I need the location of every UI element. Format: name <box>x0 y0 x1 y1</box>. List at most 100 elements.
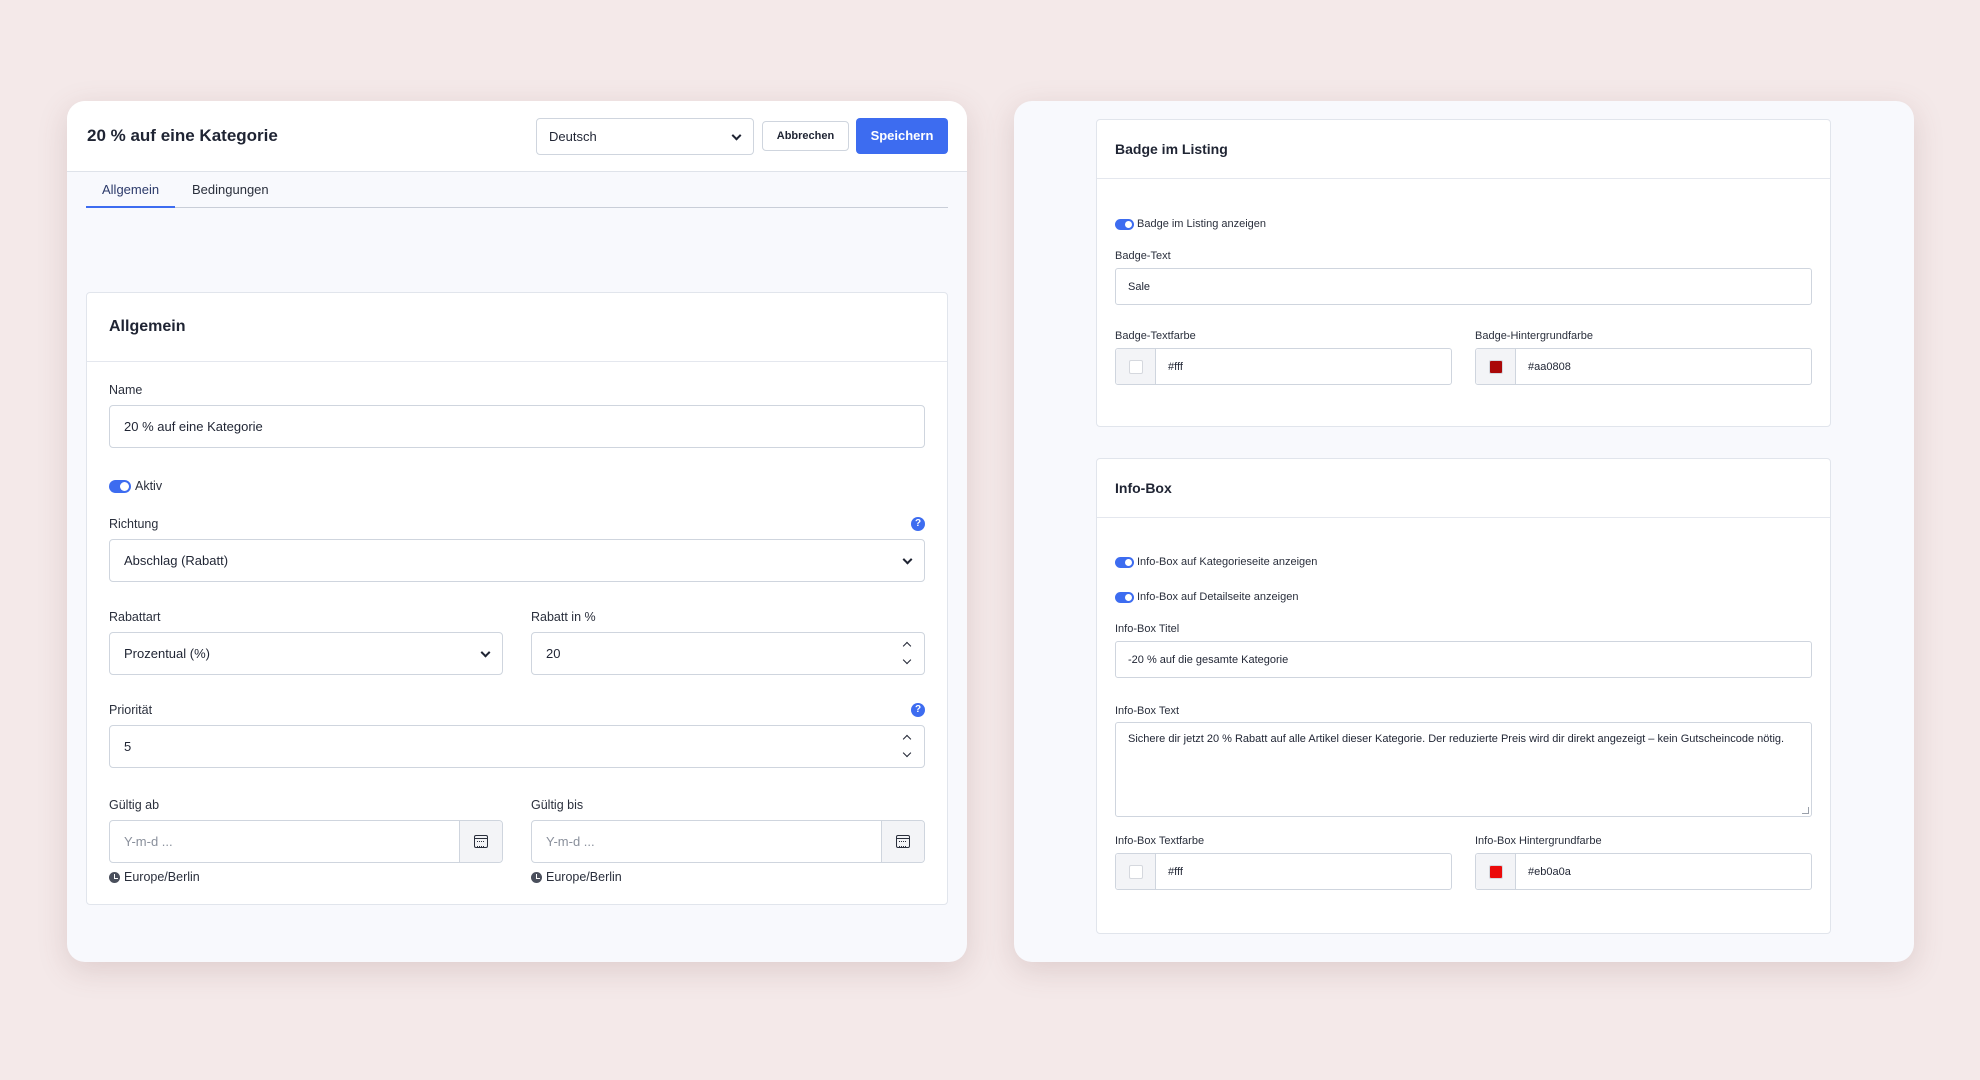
rabattart-label: Rabattart <box>109 610 161 624</box>
name-label: Name <box>109 383 143 397</box>
rabattart-select[interactable]: Prozentual (%) <box>109 632 503 675</box>
badge-textcolor-value: #fff <box>1168 360 1183 373</box>
infobox-detail-toggle-label: Info-Box auf Detailseite anzeigen <box>1137 591 1299 603</box>
infobox-category-toggle-label: Info-Box auf Kategorieseite anzeigen <box>1137 556 1318 568</box>
cancel-button[interactable]: Abbrechen <box>762 121 849 151</box>
prioritaet-label: Priorität <box>109 703 153 717</box>
chevron-down-icon[interactable] <box>902 655 912 665</box>
color-swatch <box>1488 359 1503 374</box>
badge-text-value: Sale <box>1128 280 1151 293</box>
infobox-detail-toggle[interactable] <box>1115 592 1134 603</box>
infobox-textcolor-input[interactable]: #fff <box>1115 853 1452 890</box>
infobox-bgcolor-value: #eb0a0a <box>1528 865 1571 878</box>
rabattart-select-value: Prozentual (%) <box>124 646 210 661</box>
infobox-bgcolor-label: Info-Box Hintergrundfarbe <box>1475 835 1602 847</box>
infobox-card-title: Info-Box <box>1115 480 1172 496</box>
gueltig-ab-input[interactable]: Y-m-d ... <box>109 820 503 863</box>
name-input[interactable]: 20 % auf eine Kategorie <box>109 405 925 448</box>
card-title: Allgemein <box>109 318 186 335</box>
infobox-card: Info-Box Info-Box auf Kategorieseite anz… <box>1096 458 1831 934</box>
tab-allgemein[interactable]: Allgemein <box>86 182 176 208</box>
badge-toggle-label: Badge im Listing anzeigen <box>1137 218 1267 230</box>
general-card: Allgemein Name 20 % auf eine Kategorie A… <box>86 292 948 905</box>
color-picker[interactable] <box>1476 349 1516 384</box>
calendar-button[interactable] <box>459 821 502 862</box>
badge-text-label: Badge-Text <box>1115 250 1171 262</box>
infobox-text-value: Sichere dir jetzt 20 % Rabatt auf alle A… <box>1128 733 1785 745</box>
infobox-title-input[interactable]: -20 % auf die gesamte Kategorie <box>1115 641 1812 678</box>
infobox-card-header: Info-Box <box>1097 459 1830 518</box>
language-select[interactable]: Deutsch <box>536 118 754 155</box>
badge-text-input[interactable]: Sale <box>1115 268 1812 305</box>
rabatt-input-value: 20 <box>546 646 561 661</box>
active-toggle[interactable] <box>109 480 131 493</box>
active-label: Aktiv <box>135 479 163 493</box>
rabatt-input[interactable]: 20 <box>531 632 925 675</box>
color-picker[interactable] <box>1476 854 1516 889</box>
date-placeholder: Y-m-d ... <box>124 834 173 849</box>
panel-header: 20 % auf eine Kategorie Deutsch Abbreche… <box>67 101 967 172</box>
chevron-up-icon[interactable] <box>902 734 912 744</box>
gueltig-bis-input[interactable]: Y-m-d ... <box>531 820 925 863</box>
richtung-label: Richtung <box>109 517 159 531</box>
calendar-icon <box>896 835 910 848</box>
chevron-down-icon[interactable] <box>902 748 912 758</box>
infobox-title-label: Info-Box Titel <box>1115 623 1180 635</box>
tab-bar: Allgemein Bedingungen <box>86 172 948 208</box>
rabatt-label: Rabatt in % <box>531 610 596 624</box>
infobox-category-toggle[interactable] <box>1115 557 1134 568</box>
infobox-title-value: -20 % auf die gesamte Kategorie <box>1128 653 1289 666</box>
color-picker[interactable] <box>1116 349 1156 384</box>
language-select-value: Deutsch <box>549 129 597 144</box>
name-input-value: 20 % auf eine Kategorie <box>124 419 263 434</box>
infobox-textcolor-value: #fff <box>1168 865 1183 878</box>
chevron-down-icon <box>731 130 742 141</box>
badge-card-header: Badge im Listing <box>1097 120 1830 179</box>
color-picker[interactable] <box>1116 854 1156 889</box>
clock-icon <box>109 871 120 883</box>
tab-bedingungen[interactable]: Bedingungen <box>176 182 285 208</box>
badge-toggle[interactable] <box>1115 219 1134 230</box>
timezone-text: Europe/Berlin <box>546 870 622 884</box>
number-stepper[interactable] <box>902 731 914 761</box>
display-settings-panel: Badge im Listing Badge im Listing anzeig… <box>1014 101 1914 962</box>
color-swatch <box>1488 864 1503 879</box>
prioritaet-input-value: 5 <box>124 739 132 754</box>
date-placeholder: Y-m-d ... <box>546 834 595 849</box>
timezone-text: Europe/Berlin <box>124 870 200 884</box>
color-swatch <box>1128 359 1143 374</box>
infobox-textcolor-label: Info-Box Textfarbe <box>1115 835 1205 847</box>
infobox-text-label: Info-Box Text <box>1115 705 1179 717</box>
number-stepper[interactable] <box>902 638 914 668</box>
badge-bgcolor-label: Badge-Hintergrundfarbe <box>1475 330 1594 342</box>
card-header: Allgemein <box>87 293 947 362</box>
calendar-button[interactable] <box>881 821 924 862</box>
infobox-bgcolor-input[interactable]: #eb0a0a <box>1475 853 1812 890</box>
richtung-select-value: Abschlag (Rabatt) <box>124 553 229 568</box>
page-title: 20 % auf eine Kategorie <box>87 126 278 145</box>
resize-handle-icon[interactable] <box>1802 807 1809 814</box>
badge-bgcolor-input[interactable]: #aa0808 <box>1475 348 1812 385</box>
clock-icon <box>531 871 542 883</box>
gueltig-ab-label: Gültig ab <box>109 798 160 812</box>
help-icon[interactable]: ? <box>911 703 925 717</box>
badge-textcolor-label: Badge-Textfarbe <box>1115 330 1196 342</box>
calendar-icon <box>474 835 488 848</box>
timezone-hint: Europe/Berlin <box>531 870 622 884</box>
badge-textcolor-input[interactable]: #fff <box>1115 348 1452 385</box>
chevron-down-icon <box>480 647 491 658</box>
discount-edit-panel: 20 % auf eine Kategorie Deutsch Abbreche… <box>67 101 967 962</box>
gueltig-bis-label: Gültig bis <box>531 798 584 812</box>
infobox-text-area[interactable]: Sichere dir jetzt 20 % Rabatt auf alle A… <box>1115 722 1812 817</box>
badge-card: Badge im Listing Badge im Listing anzeig… <box>1096 119 1831 427</box>
chevron-up-icon[interactable] <box>902 641 912 651</box>
timezone-hint: Europe/Berlin <box>109 870 200 884</box>
help-icon[interactable]: ? <box>911 517 925 531</box>
save-button[interactable]: Speichern <box>856 118 948 154</box>
badge-bgcolor-value: #aa0808 <box>1528 360 1571 373</box>
badge-card-title: Badge im Listing <box>1115 141 1228 157</box>
richtung-select[interactable]: Abschlag (Rabatt) <box>109 539 925 582</box>
color-swatch <box>1128 864 1143 879</box>
chevron-down-icon <box>902 554 913 565</box>
prioritaet-input[interactable]: 5 <box>109 725 925 768</box>
